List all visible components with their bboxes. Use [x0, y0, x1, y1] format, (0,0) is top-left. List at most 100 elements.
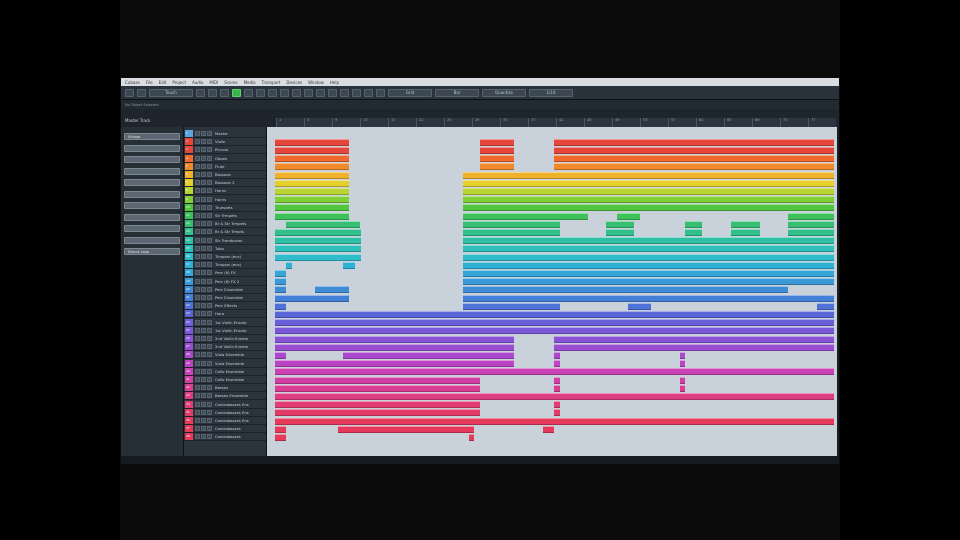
track-row[interactable]: 12 Br & Str Trmpets	[184, 220, 266, 229]
info-line-cell[interactable]: No Object Selected	[125, 103, 159, 107]
mute-button[interactable]	[195, 172, 200, 177]
midi-part[interactable]	[463, 261, 834, 269]
mute-button[interactable]	[195, 262, 200, 268]
midi-part[interactable]	[463, 294, 834, 302]
solo-button[interactable]	[201, 188, 206, 194]
mute-button[interactable]	[195, 204, 200, 210]
solo-button[interactable]	[201, 303, 206, 309]
color-tool[interactable]	[364, 88, 373, 97]
mute-button[interactable]	[195, 163, 200, 169]
track-row[interactable]: 33 Basses Ensemble	[184, 392, 266, 401]
mute-button[interactable]	[195, 180, 200, 186]
solo-button[interactable]	[201, 213, 206, 218]
midi-part[interactable]	[463, 179, 834, 187]
inspector-section[interactable]	[124, 202, 180, 209]
midi-part[interactable]	[480, 155, 515, 163]
menu-item-midi[interactable]: MIDI	[209, 80, 218, 85]
mute-button[interactable]	[195, 368, 200, 374]
inspector-section[interactable]	[124, 179, 180, 186]
track-row[interactable]: 27 2nd Violin Ensmb	[184, 343, 266, 352]
play-button[interactable]	[232, 88, 241, 97]
mute-button[interactable]	[195, 352, 200, 358]
record-enable-button[interactable]	[207, 303, 212, 309]
solo-button[interactable]	[201, 139, 206, 145]
menu-item-edit[interactable]: Edit	[159, 80, 167, 85]
record-enable-button[interactable]	[207, 344, 212, 350]
solo-button[interactable]	[201, 319, 206, 325]
midi-part[interactable]	[463, 286, 788, 294]
record-button[interactable]	[244, 88, 253, 97]
midi-part[interactable]	[275, 302, 287, 310]
inspector-section[interactable]: Strings	[124, 133, 180, 140]
mute-button[interactable]	[195, 229, 200, 235]
quantize-select[interactable]: Quantize	[482, 88, 526, 97]
midi-part[interactable]	[554, 360, 560, 368]
record-enable-button[interactable]	[207, 147, 212, 153]
midi-part[interactable]	[463, 245, 834, 253]
solo-button[interactable]	[201, 262, 206, 268]
midi-part[interactable]	[554, 409, 560, 417]
midi-part[interactable]	[275, 327, 834, 335]
record-enable-button[interactable]	[207, 352, 212, 358]
solo-button[interactable]	[201, 368, 206, 374]
record-enable-button[interactable]	[207, 139, 212, 145]
record-enable-button[interactable]	[207, 360, 212, 366]
midi-part[interactable]	[275, 294, 350, 302]
menu-item-file[interactable]: File	[146, 80, 153, 85]
stop-button[interactable]	[220, 88, 229, 97]
track-row[interactable]: 1 Master	[184, 130, 266, 138]
track-row[interactable]: 24 1st Violin Ensmb	[184, 318, 266, 327]
midi-part[interactable]	[463, 228, 560, 237]
midi-part[interactable]	[463, 220, 560, 228]
midi-part[interactable]	[275, 310, 834, 319]
midi-part[interactable]	[275, 319, 834, 327]
mute-button[interactable]	[195, 344, 200, 350]
solo-button[interactable]	[201, 352, 206, 358]
midi-part[interactable]	[286, 220, 361, 228]
mute-button[interactable]	[195, 426, 200, 432]
track-row[interactable]: 19 Perc (6) FX 2	[184, 277, 266, 286]
track-row[interactable]: 3 Piccolo	[184, 146, 266, 155]
zoom-tool[interactable]	[316, 88, 325, 97]
solo-button[interactable]	[201, 327, 206, 333]
midi-part[interactable]	[679, 384, 686, 392]
menu-item-audio[interactable]: Audio	[192, 80, 203, 85]
draw-tool[interactable]	[340, 88, 349, 97]
midi-part[interactable]	[480, 146, 515, 155]
midi-part[interactable]	[275, 171, 350, 179]
midi-part[interactable]	[554, 138, 834, 146]
solo-button[interactable]	[201, 221, 206, 227]
midi-part[interactable]	[275, 269, 287, 278]
track-row[interactable]: 5 Flute	[184, 162, 266, 171]
inspector-section[interactable]	[124, 167, 180, 175]
midi-part[interactable]	[788, 212, 834, 220]
midi-part[interactable]	[275, 204, 350, 212]
midi-part[interactable]	[679, 376, 686, 384]
inspector-section[interactable]: Drums Loop	[124, 248, 180, 255]
midi-part[interactable]	[275, 163, 350, 171]
solo-button[interactable]	[201, 311, 206, 317]
midi-part[interactable]	[275, 368, 834, 376]
track-row[interactable]: 38 Contrabasses	[184, 433, 266, 442]
midi-part[interactable]	[463, 196, 834, 204]
midi-part[interactable]	[275, 138, 350, 146]
record-enable-button[interactable]	[207, 434, 212, 440]
midi-part[interactable]	[275, 401, 481, 409]
glue-tool[interactable]	[292, 88, 301, 97]
midi-part[interactable]	[275, 286, 287, 294]
solo-button[interactable]	[201, 393, 206, 399]
midi-part[interactable]	[554, 146, 834, 155]
solo-button[interactable]	[201, 377, 206, 382]
midi-part[interactable]	[617, 212, 640, 220]
midi-part[interactable]	[275, 343, 515, 351]
solo-button[interactable]	[201, 180, 206, 186]
midi-part[interactable]	[554, 335, 834, 343]
record-enable-button[interactable]	[207, 254, 212, 259]
record-enable-button[interactable]	[207, 221, 212, 227]
record-enable-button[interactable]	[207, 213, 212, 218]
track-row[interactable]: 18 Perc (6) FX	[184, 269, 266, 278]
midi-part[interactable]	[554, 401, 560, 409]
midi-part[interactable]	[554, 384, 560, 392]
midi-part[interactable]	[679, 360, 686, 368]
record-enable-button[interactable]	[207, 418, 212, 423]
